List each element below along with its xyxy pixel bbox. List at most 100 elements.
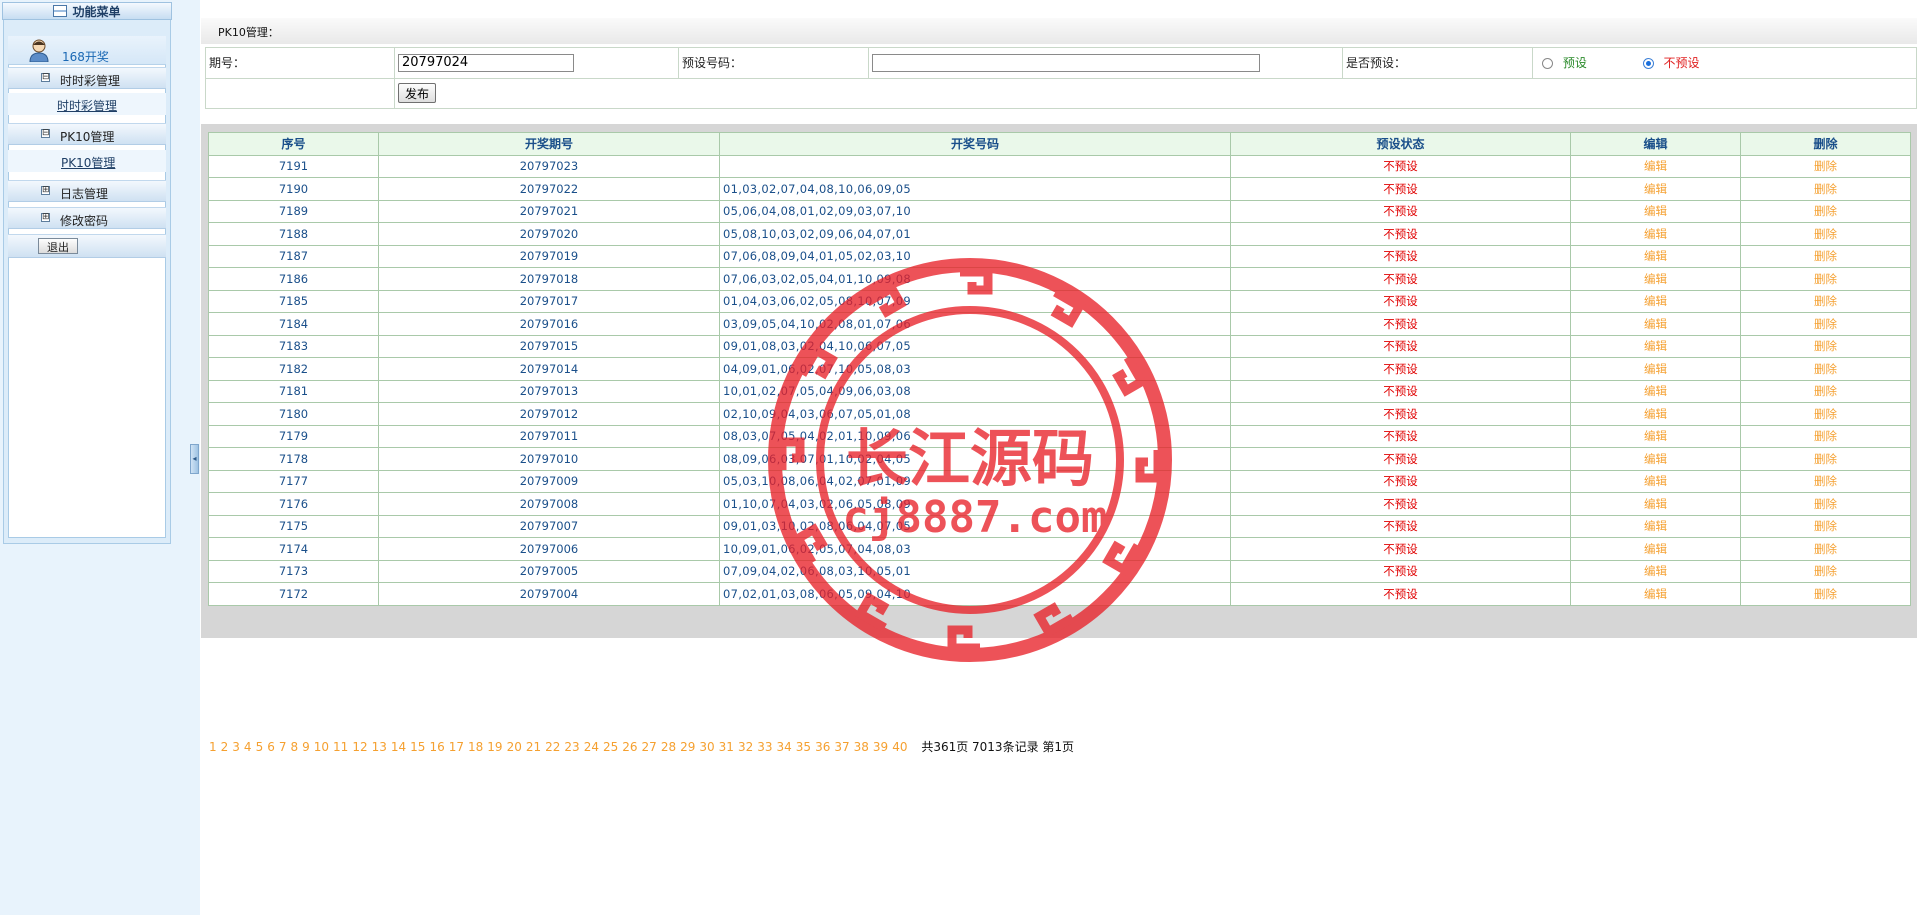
issue-input[interactable] [398,53,574,72]
page-link[interactable]: 38 [854,740,869,754]
edit-link[interactable]: 编辑 [1570,357,1741,381]
page-link[interactable]: 24 [584,740,599,754]
page-link[interactable]: 6 [267,740,275,754]
sidebar-collapse-handle[interactable]: ◂ [190,444,199,474]
page-link[interactable]: 14 [391,740,406,754]
page-link[interactable]: 10 [314,740,329,754]
delete-link[interactable]: 删除 [1740,267,1911,291]
page-link[interactable]: 35 [796,740,811,754]
page-link[interactable]: 37 [834,740,849,754]
menu-group-password[interactable]: ⊞ 修改密码 [8,207,166,229]
delete-link[interactable]: 删除 [1740,469,1911,493]
page-link[interactable]: 1 [209,740,217,754]
page-link[interactable]: 9 [302,740,310,754]
menu-group-ssc[interactable]: ⊟ 时时彩管理 [8,67,166,89]
edit-link[interactable]: 编辑 [1570,559,1741,583]
edit-link[interactable]: 编辑 [1570,244,1741,268]
delete-link[interactable]: 删除 [1740,334,1911,358]
delete-link[interactable]: 删除 [1740,559,1911,583]
menu-group-pk10[interactable]: ⊟ PK10管理 [8,123,166,145]
page-link[interactable]: 32 [738,740,753,754]
page-link[interactable]: 26 [622,740,637,754]
page-link[interactable]: 2 [221,740,229,754]
page-link[interactable]: 19 [487,740,502,754]
radio-preset-label[interactable]: 预设 [1563,56,1587,70]
edit-link[interactable]: 编辑 [1570,177,1741,201]
delete-link[interactable]: 删除 [1740,379,1911,403]
edit-link[interactable]: 编辑 [1570,379,1741,403]
edit-link[interactable]: 编辑 [1570,334,1741,358]
edit-link[interactable]: 编辑 [1570,289,1741,313]
delete-link[interactable]: 删除 [1740,424,1911,448]
menu-link-pk10[interactable]: PK10管理 [61,154,115,171]
delete-link[interactable]: 删除 [1740,582,1911,606]
edit-link[interactable]: 编辑 [1570,199,1741,223]
page-link[interactable]: 39 [873,740,888,754]
edit-link[interactable]: 编辑 [1570,582,1741,606]
page-link[interactable]: 15 [410,740,425,754]
edit-link[interactable]: 编辑 [1570,492,1741,516]
page-link[interactable]: 33 [757,740,772,754]
edit-link[interactable]: 编辑 [1570,154,1741,178]
page-link[interactable]: 11 [333,740,348,754]
edit-link[interactable]: 编辑 [1570,402,1741,426]
delete-link[interactable]: 删除 [1740,199,1911,223]
page-link[interactable]: 3 [232,740,240,754]
delete-link[interactable]: 删除 [1740,537,1911,561]
delete-link[interactable]: 删除 [1740,154,1911,178]
menu-link-ssc[interactable]: 时时彩管理 [57,97,117,114]
collapse-icon[interactable]: ⊟ [41,73,50,82]
page-link[interactable]: 27 [642,740,657,754]
delete-link[interactable]: 删除 [1740,244,1911,268]
delete-link[interactable]: 删除 [1740,289,1911,313]
radio-preset[interactable] [1542,58,1553,70]
page-link[interactable]: 28 [661,740,676,754]
delete-link[interactable]: 删除 [1740,514,1911,538]
edit-link[interactable]: 编辑 [1570,514,1741,538]
delete-link[interactable]: 删除 [1740,312,1911,336]
page-link[interactable]: 12 [352,740,367,754]
page-link[interactable]: 22 [545,740,560,754]
page-link[interactable]: 5 [256,740,264,754]
radio-not-preset-label[interactable]: 不预设 [1664,56,1700,70]
page-link[interactable]: 29 [680,740,695,754]
delete-link[interactable]: 删除 [1740,447,1911,471]
page-link[interactable]: 23 [564,740,579,754]
radio-not-preset[interactable] [1642,58,1654,70]
page-link[interactable]: 36 [815,740,830,754]
page-link[interactable]: 8 [290,740,298,754]
edit-link[interactable]: 编辑 [1570,222,1741,246]
collapse-icon[interactable]: ⊟ [41,129,50,138]
delete-link[interactable]: 删除 [1740,177,1911,201]
menu-group-log[interactable]: ⊞ 日志管理 [8,180,166,202]
delete-link[interactable]: 删除 [1740,357,1911,381]
page-link[interactable]: 25 [603,740,618,754]
logout-button[interactable]: 退出 [38,238,78,254]
user-name[interactable]: 168开奖 [62,48,109,65]
page-link[interactable]: 21 [526,740,541,754]
edit-link[interactable]: 编辑 [1570,537,1741,561]
page-link[interactable]: 17 [449,740,464,754]
edit-link[interactable]: 编辑 [1570,447,1741,471]
expand-icon[interactable]: ⊞ [41,186,50,195]
edit-link[interactable]: 编辑 [1570,469,1741,493]
publish-button[interactable]: 发布 [398,83,437,104]
page-link[interactable]: 31 [719,740,734,754]
page-link[interactable]: 40 [892,740,907,754]
page-link[interactable]: 4 [244,740,252,754]
delete-link[interactable]: 删除 [1740,222,1911,246]
delete-link[interactable]: 删除 [1740,402,1911,426]
page-link[interactable]: 13 [372,740,387,754]
delete-link[interactable]: 删除 [1740,492,1911,516]
page-link[interactable]: 30 [699,740,714,754]
preset-code-input[interactable] [872,53,1260,72]
edit-link[interactable]: 编辑 [1570,312,1741,336]
edit-link[interactable]: 编辑 [1570,267,1741,291]
page-link[interactable]: 7 [279,740,287,754]
edit-link[interactable]: 编辑 [1570,424,1741,448]
page-link[interactable]: 20 [507,740,522,754]
page-link[interactable]: 34 [777,740,792,754]
page-link[interactable]: 16 [429,740,444,754]
page-link[interactable]: 18 [468,740,483,754]
expand-icon[interactable]: ⊞ [41,213,50,222]
